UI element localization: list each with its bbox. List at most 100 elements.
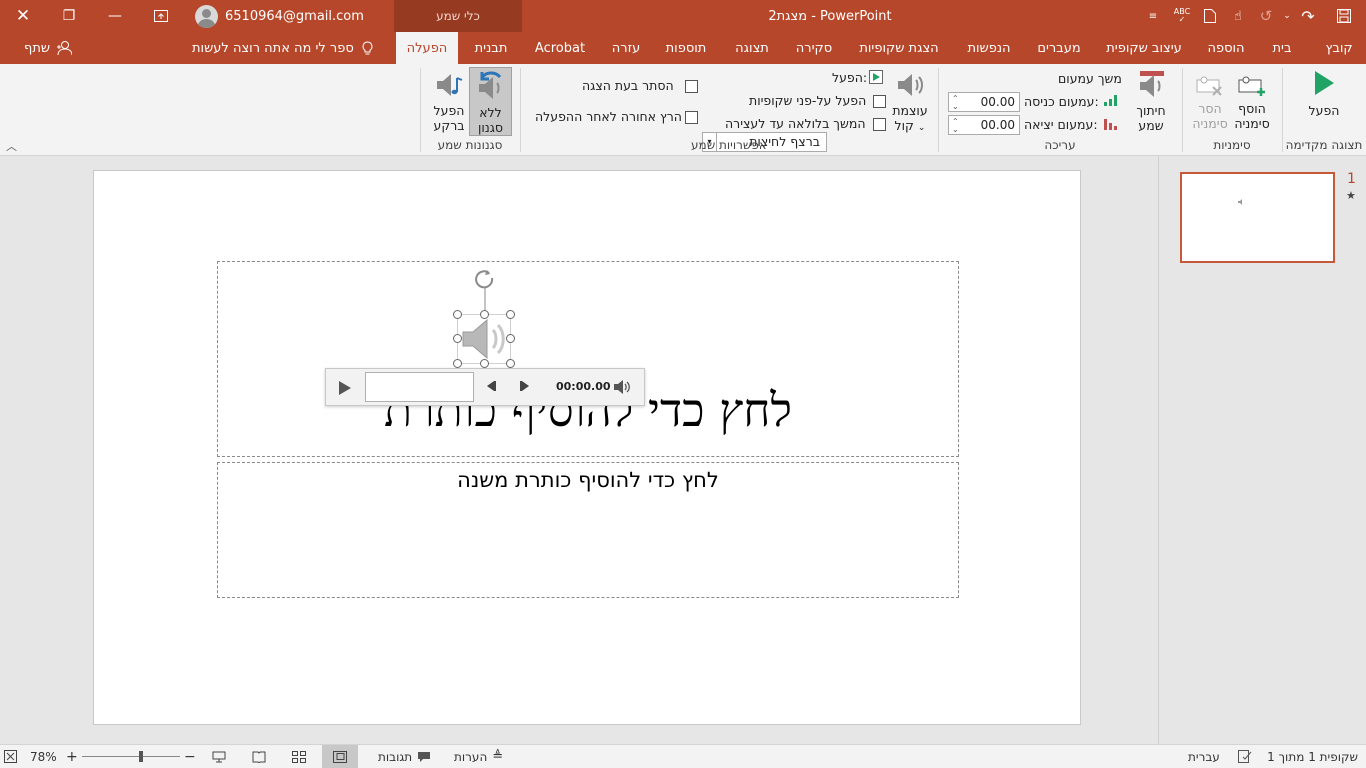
fit-slide-button[interactable]	[4, 745, 17, 768]
player-play-button[interactable]	[334, 378, 354, 398]
zoom-level[interactable]: 78%	[30, 745, 57, 768]
hide-during-show-checkbox[interactable]	[685, 80, 698, 93]
account-area[interactable]: 6510964@gmail.com	[195, 3, 364, 29]
customize-qat-button[interactable]: ≡	[1138, 0, 1168, 32]
player-back-button[interactable]	[484, 379, 498, 396]
tab-review[interactable]: סקירה	[788, 32, 840, 64]
share-button[interactable]: שתף	[24, 32, 73, 64]
rewind-checkbox[interactable]	[685, 111, 698, 124]
play-preview-label: הפעל	[1308, 103, 1340, 118]
collapse-ribbon-button[interactable]: ︿	[6, 138, 17, 154]
add-bookmark-button[interactable]: הוסף סימניה	[1230, 74, 1274, 131]
save-button[interactable]	[1322, 0, 1366, 32]
play-across-slides-checkbox[interactable]	[873, 95, 886, 108]
zoom-slider-thumb[interactable]	[139, 751, 143, 762]
selection-handle[interactable]	[506, 359, 515, 368]
slide-thumbnail[interactable]	[1180, 172, 1335, 263]
no-style-button[interactable]: ללא סגנון	[469, 67, 512, 136]
plus-icon: +	[66, 748, 78, 765]
animation-star-icon: ★	[1346, 189, 1356, 202]
touch-mode-button[interactable]: ☝	[1224, 0, 1252, 32]
status-bar: שקופית 1 מתוך 1 עברית הערות ≜ תגובות − +…	[0, 744, 1366, 768]
fade-in-spinner[interactable]: 00.00	[948, 90, 1020, 116]
restore-window-button[interactable]: ❐	[46, 0, 92, 32]
fade-out-spinner[interactable]: 00.00	[948, 113, 1020, 139]
zoom-out-button[interactable]: −	[184, 745, 196, 768]
trim-audio-button[interactable]: חיתוך שמע	[1130, 70, 1172, 133]
player-timeline[interactable]	[365, 372, 474, 402]
thumbnail-speaker-icon	[1238, 199, 1242, 205]
slide-thumbnails-pane: 1 ★	[1158, 156, 1366, 744]
speaker-icon	[457, 314, 511, 364]
zoom-slider[interactable]	[82, 745, 180, 768]
play-in-background-button[interactable]: הפעל ברקע	[428, 70, 470, 133]
comment-icon	[418, 751, 431, 762]
tell-me-box[interactable]: ספר לי מה אתה רוצה לעשות	[192, 32, 373, 64]
contextual-tab-header: כלי שמע	[394, 0, 522, 32]
tab-view[interactable]: תצוגה	[726, 32, 778, 64]
audio-object[interactable]	[457, 314, 511, 364]
normal-view-button[interactable]	[322, 745, 358, 768]
selection-handle[interactable]	[480, 310, 489, 319]
selection-handle[interactable]	[480, 359, 489, 368]
group-separator	[938, 68, 939, 152]
selection-handle[interactable]	[453, 359, 462, 368]
minimize-window-button[interactable]: —	[92, 0, 138, 32]
tab-playback[interactable]: הפעלה	[396, 32, 458, 64]
notes-button[interactable]: הערות ≜	[454, 745, 503, 768]
start-label: הפעל:	[832, 70, 868, 85]
repeat-button[interactable]: ↺	[1252, 0, 1280, 32]
fit-to-window-icon	[4, 750, 17, 763]
tab-addins[interactable]: תוספות	[658, 32, 714, 64]
chevron-down-icon: ⌄	[1283, 11, 1291, 21]
spelling-status-button[interactable]	[1238, 745, 1252, 768]
tab-help[interactable]: עזרה	[604, 32, 648, 64]
slide-sorter-button[interactable]	[292, 745, 306, 768]
group-separator	[420, 68, 421, 152]
slideshow-view-button[interactable]	[212, 745, 226, 768]
tab-home[interactable]: בית	[1264, 32, 1300, 64]
player-volume-button[interactable]	[613, 379, 631, 398]
redo-button[interactable]: ↷	[1294, 0, 1322, 32]
loop-checkbox[interactable]	[873, 118, 886, 131]
selection-handle[interactable]	[453, 310, 462, 319]
add-bookmark-label-1: הוסף	[1238, 101, 1266, 116]
reading-view-button[interactable]	[252, 745, 266, 768]
volume-button[interactable]: עוצמת קול ⌄	[890, 70, 930, 136]
comments-button[interactable]: תגובות	[378, 745, 431, 768]
notes-label: הערות	[454, 749, 488, 764]
tab-design[interactable]: עיצוב שקופית	[1098, 32, 1190, 64]
new-file-button[interactable]	[1196, 0, 1224, 32]
title-placeholder[interactable]: לחץ כדי להוסיף כותרת	[217, 261, 959, 457]
avatar	[195, 4, 218, 28]
remove-bookmark-label-1: הסר	[1198, 101, 1222, 116]
selection-handle[interactable]	[506, 310, 515, 319]
fade-in-icon	[1104, 95, 1117, 106]
title-bar: ✕ ❐ — 6510964@gmail.com כלי שמע מצגת2 - …	[0, 0, 1366, 32]
tab-acrobat[interactable]: Acrobat	[530, 32, 590, 64]
tab-animations[interactable]: הנפשות	[958, 32, 1020, 64]
language-status[interactable]: עברית	[1188, 745, 1220, 768]
redo-dropdown[interactable]: ⌄	[1280, 0, 1294, 32]
player-forward-button[interactable]	[518, 379, 532, 396]
tab-slideshow[interactable]: הצגת שקופיות	[850, 32, 948, 64]
trim-audio-label-2: שמע	[1138, 118, 1164, 133]
spelling-button[interactable]: ABC ✓	[1168, 0, 1196, 32]
selection-handle[interactable]	[506, 334, 515, 343]
ribbon-display-options-button[interactable]	[138, 0, 184, 32]
close-window-button[interactable]: ✕	[0, 0, 46, 32]
group-audio-styles-label: סגנונות שמע	[437, 138, 503, 152]
tab-file[interactable]: קובץ	[1312, 32, 1366, 64]
vertical-scrollbar[interactable]	[1146, 156, 1158, 744]
play-preview-button[interactable]: הפעל	[1298, 70, 1350, 118]
slide-canvas[interactable]: לחץ כדי להוסיף כותרת לחץ כדי להוסיף כותר…	[93, 170, 1081, 725]
tab-insert[interactable]: הוספה	[1200, 32, 1252, 64]
tab-transitions[interactable]: מעברים	[1030, 32, 1088, 64]
selection-handle[interactable]	[453, 334, 462, 343]
zoom-in-button[interactable]: +	[66, 745, 78, 768]
rotate-handle-icon[interactable]	[472, 269, 498, 315]
close-icon: ✕	[15, 6, 31, 26]
subtitle-placeholder[interactable]: לחץ כדי להוסיף כותרת משנה	[217, 462, 959, 598]
tab-format[interactable]: תבנית	[464, 32, 518, 64]
remove-bookmark-button[interactable]: הסר סימניה	[1188, 74, 1232, 131]
